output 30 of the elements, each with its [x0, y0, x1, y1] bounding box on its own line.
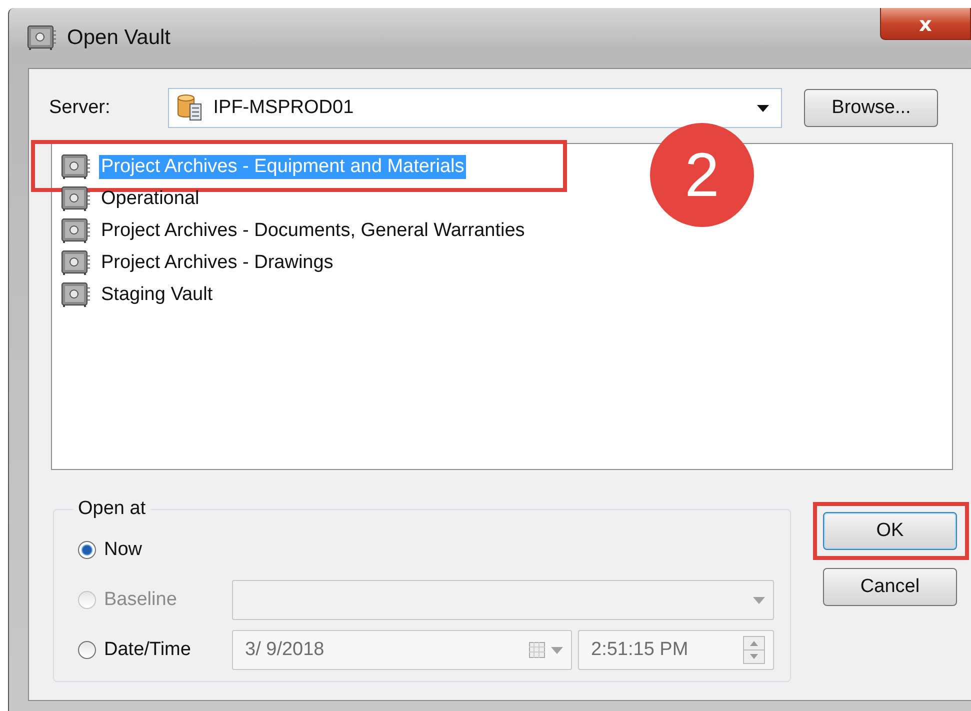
browse-button[interactable]: Browse... — [804, 89, 938, 127]
date-field[interactable]: 3/ 9/2018 — [232, 630, 572, 670]
radio-label: Date/Time — [104, 639, 192, 661]
radio-button[interactable] — [78, 641, 96, 659]
server-label: Server: — [49, 97, 110, 119]
time-field[interactable]: 2:51:15 PM — [578, 630, 774, 670]
dropdown-arrow-icon[interactable] — [757, 104, 770, 112]
close-button[interactable]: x — [880, 8, 971, 40]
radio-button[interactable] — [78, 541, 96, 559]
window-title: Open Vault — [67, 26, 171, 50]
server-dropdown[interactable]: IPF-MSPROD01 — [168, 88, 782, 128]
safe-icon — [61, 218, 91, 244]
radio-label: Baseline — [104, 589, 178, 611]
safe-icon — [61, 250, 91, 276]
dialog-button[interactable]: Cancel — [823, 568, 957, 606]
dialog-button[interactable]: OK — [823, 512, 957, 550]
vault-item[interactable]: Project Archives - Drawings — [99, 251, 336, 275]
safe-icon — [61, 282, 91, 308]
safe-icon — [61, 186, 91, 212]
spinner-icon[interactable] — [743, 636, 765, 664]
safe-icon — [61, 154, 91, 180]
safe-icon — [27, 25, 57, 51]
calendar-icon[interactable] — [529, 642, 545, 658]
group-title: Open at — [77, 498, 147, 520]
database-icon — [177, 94, 204, 122]
radio-label: Now — [104, 539, 144, 561]
vault-item[interactable]: Operational — [99, 187, 202, 211]
baseline-dropdown[interactable] — [232, 580, 774, 620]
vault-item[interactable]: Project Archives - Documents, General Warranties — [99, 219, 527, 243]
vault-item[interactable]: Staging Vault — [99, 283, 215, 307]
